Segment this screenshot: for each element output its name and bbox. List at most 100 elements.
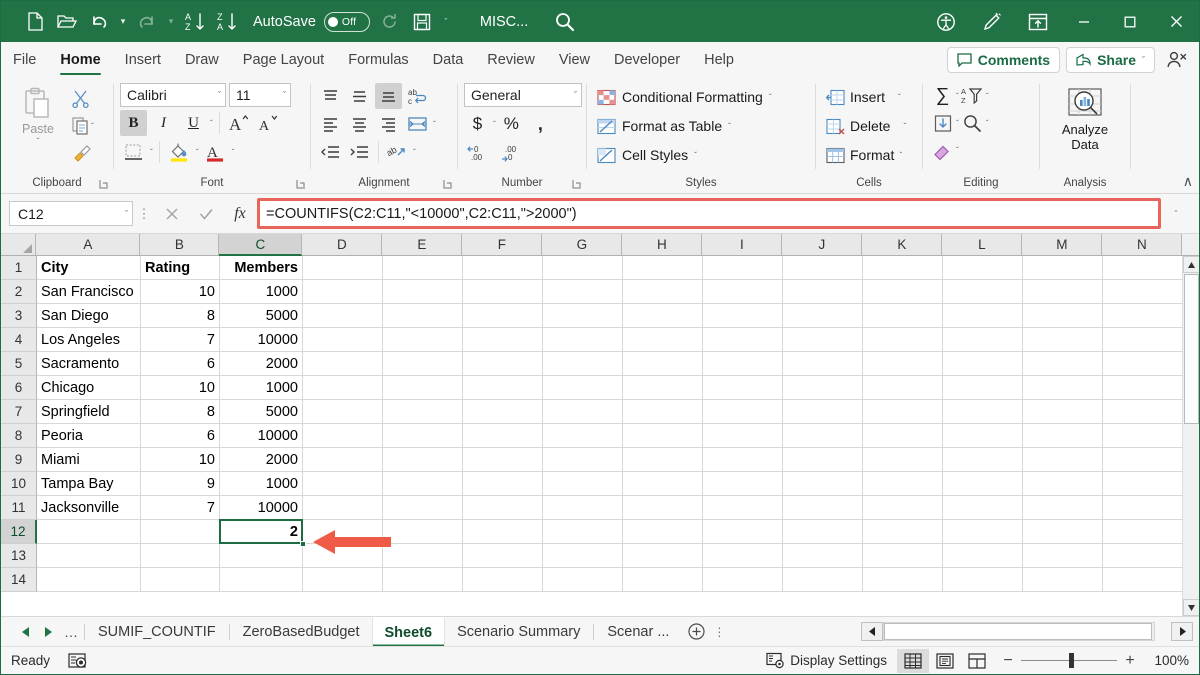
- share-button[interactable]: Share ˇ: [1066, 47, 1155, 73]
- cell-A8[interactable]: Peoria: [37, 424, 141, 448]
- cell-H13[interactable]: [623, 544, 703, 568]
- paste-caret[interactable]: ˇ: [37, 136, 40, 146]
- cell-L13[interactable]: [943, 544, 1023, 568]
- decrease-decimal-button[interactable]: 0.00: [464, 139, 496, 165]
- cell-F5[interactable]: [463, 352, 543, 376]
- cell-N7[interactable]: [1103, 400, 1183, 424]
- cell-M3[interactable]: [1023, 304, 1103, 328]
- cell-J8[interactable]: [783, 424, 863, 448]
- cell-B13[interactable]: [141, 544, 220, 568]
- cell-I7[interactable]: [703, 400, 783, 424]
- delete-cells-button[interactable]: Delete ˇ: [822, 112, 910, 140]
- increase-decimal-button[interactable]: .000: [498, 139, 530, 165]
- row-header-14[interactable]: 14: [1, 568, 37, 592]
- column-header-A[interactable]: A: [36, 234, 140, 256]
- cell-I10[interactable]: [703, 472, 783, 496]
- cell-B5[interactable]: 6: [141, 352, 220, 376]
- cell-N3[interactable]: [1103, 304, 1183, 328]
- row-header-10[interactable]: 10: [1, 472, 37, 496]
- cell-L1[interactable]: [943, 256, 1023, 280]
- cell-N8[interactable]: [1103, 424, 1183, 448]
- new-file-icon[interactable]: [19, 7, 51, 37]
- cell-area[interactable]: CityRatingMembersSan Francisco101000San …: [37, 256, 1199, 616]
- page-break-preview-button[interactable]: [961, 649, 993, 673]
- cell-G6[interactable]: [543, 376, 623, 400]
- wrap-text-button[interactable]: abc: [404, 83, 431, 109]
- cell-I3[interactable]: [703, 304, 783, 328]
- cell-N10[interactable]: [1103, 472, 1183, 496]
- cell-N13[interactable]: [1103, 544, 1183, 568]
- clear-button[interactable]: [929, 137, 956, 163]
- cell-G14[interactable]: [543, 568, 623, 592]
- row-header-8[interactable]: 8: [1, 424, 37, 448]
- cell-H5[interactable]: [623, 352, 703, 376]
- tab-developer[interactable]: Developer: [602, 42, 692, 78]
- hscroll-right-button[interactable]: [1171, 622, 1193, 641]
- align-center-button[interactable]: [346, 111, 373, 137]
- cell-I9[interactable]: [703, 448, 783, 472]
- cell-E9[interactable]: [383, 448, 463, 472]
- analyze-data-button[interactable]: Analyze Data: [1049, 83, 1121, 153]
- cell-L3[interactable]: [943, 304, 1023, 328]
- number-format-combo[interactable]: General ˇ: [464, 83, 582, 107]
- cell-M7[interactable]: [1023, 400, 1103, 424]
- cell-C9[interactable]: 2000: [220, 448, 303, 472]
- cell-D9[interactable]: [303, 448, 383, 472]
- cell-E10[interactable]: [383, 472, 463, 496]
- cell-A11[interactable]: Jacksonville: [37, 496, 141, 520]
- align-left-button[interactable]: [317, 111, 344, 137]
- cell-H7[interactable]: [623, 400, 703, 424]
- column-header-C[interactable]: C: [219, 234, 302, 256]
- cell-L4[interactable]: [943, 328, 1023, 352]
- cell-A6[interactable]: Chicago: [37, 376, 141, 400]
- cell-M14[interactable]: [1023, 568, 1103, 592]
- tab-formulas[interactable]: Formulas: [336, 42, 420, 78]
- cell-A13[interactable]: [37, 544, 141, 568]
- column-header-L[interactable]: L: [942, 234, 1022, 256]
- close-button[interactable]: [1153, 1, 1199, 42]
- column-header-K[interactable]: K: [862, 234, 942, 256]
- cell-M10[interactable]: [1023, 472, 1103, 496]
- sort-az-icon[interactable]: AZ: [179, 7, 211, 37]
- maximize-button[interactable]: [1107, 1, 1153, 42]
- cell-C2[interactable]: 1000: [220, 280, 303, 304]
- fill-color-caret[interactable]: ˇ: [196, 147, 199, 157]
- column-header-B[interactable]: B: [140, 234, 219, 256]
- delete-cells-caret[interactable]: ˇ: [895, 121, 906, 131]
- display-settings-button[interactable]: Display Settings: [756, 652, 897, 669]
- redo-icon[interactable]: [131, 7, 163, 37]
- cell-L14[interactable]: [943, 568, 1023, 592]
- cell-D14[interactable]: [303, 568, 383, 592]
- scroll-down-button[interactable]: [1183, 599, 1200, 616]
- find-select-button[interactable]: [959, 110, 986, 136]
- row-header-3[interactable]: 3: [1, 304, 37, 328]
- borders-button[interactable]: [120, 139, 147, 165]
- cell-F2[interactable]: [463, 280, 543, 304]
- cell-G2[interactable]: [543, 280, 623, 304]
- cell-I2[interactable]: [703, 280, 783, 304]
- previous-sheet-button[interactable]: [15, 620, 37, 644]
- record-macro-icon[interactable]: [64, 652, 90, 669]
- sheet-tab-sheet6[interactable]: Sheet6: [372, 617, 446, 647]
- cell-E4[interactable]: [383, 328, 463, 352]
- cell-C10[interactable]: 1000: [220, 472, 303, 496]
- column-header-D[interactable]: D: [302, 234, 382, 256]
- increase-indent-button[interactable]: [346, 139, 373, 165]
- cell-G8[interactable]: [543, 424, 623, 448]
- cell-J4[interactable]: [783, 328, 863, 352]
- cell-B7[interactable]: 8: [141, 400, 220, 424]
- cell-K6[interactable]: [863, 376, 943, 400]
- tab-home[interactable]: Home: [48, 42, 112, 78]
- name-box[interactable]: C12 ˇ: [9, 201, 133, 226]
- cell-L12[interactable]: [943, 520, 1023, 544]
- search-icon[interactable]: [554, 11, 575, 32]
- copy-button[interactable]: ˇ: [69, 113, 97, 139]
- cell-C7[interactable]: 5000: [220, 400, 303, 424]
- cell-A14[interactable]: [37, 568, 141, 592]
- tab-view[interactable]: View: [547, 42, 602, 78]
- redo-dropdown-caret[interactable]: ▾: [163, 7, 179, 37]
- fill-handle[interactable]: [300, 541, 306, 547]
- underline-button[interactable]: U: [180, 110, 207, 136]
- format-cells-caret[interactable]: ˇ: [899, 150, 902, 160]
- cell-A2[interactable]: San Francisco: [37, 280, 141, 304]
